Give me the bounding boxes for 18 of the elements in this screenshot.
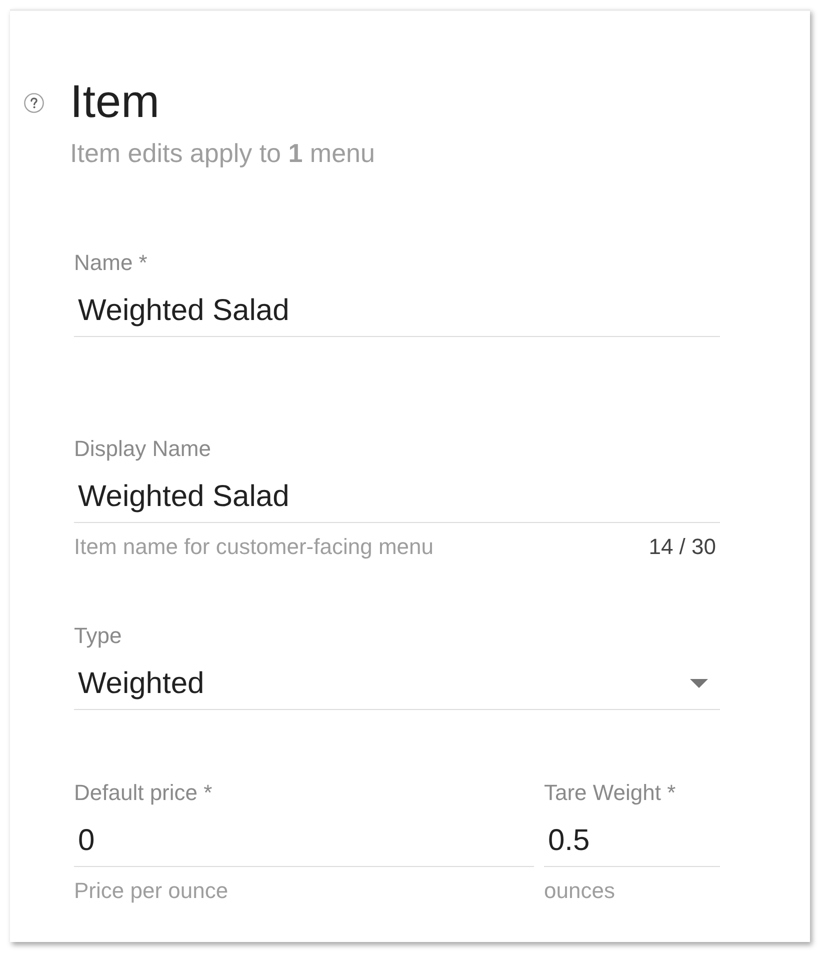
field-label: Display Name <box>74 435 211 463</box>
field-label: Type <box>74 622 122 650</box>
caret-icon <box>690 679 708 688</box>
helper-text: Price per ounce <box>74 877 228 905</box>
text-input[interactable]: 0 <box>74 821 534 867</box>
text-input[interactable]: Weighted Salad <box>74 291 720 337</box>
character-counter: 14 / 30 <box>648 533 716 561</box>
field-label: Tare Weight * <box>544 779 676 807</box>
helper-text: Item name for customer-facing menu <box>74 533 434 561</box>
field-label: Default price * <box>74 779 212 807</box>
field-label: Name * <box>74 249 148 277</box>
helper-text: ounces <box>544 877 615 905</box>
type-dropdown[interactable]: Weighted <box>74 664 720 710</box>
subtitle: Item edits apply to 1 menu <box>70 137 375 169</box>
help-icon[interactable] <box>24 93 44 113</box>
page-title: Item <box>70 74 160 128</box>
text-input[interactable]: 0.5 <box>544 821 720 867</box>
text-input[interactable]: Weighted Salad <box>74 477 720 523</box>
